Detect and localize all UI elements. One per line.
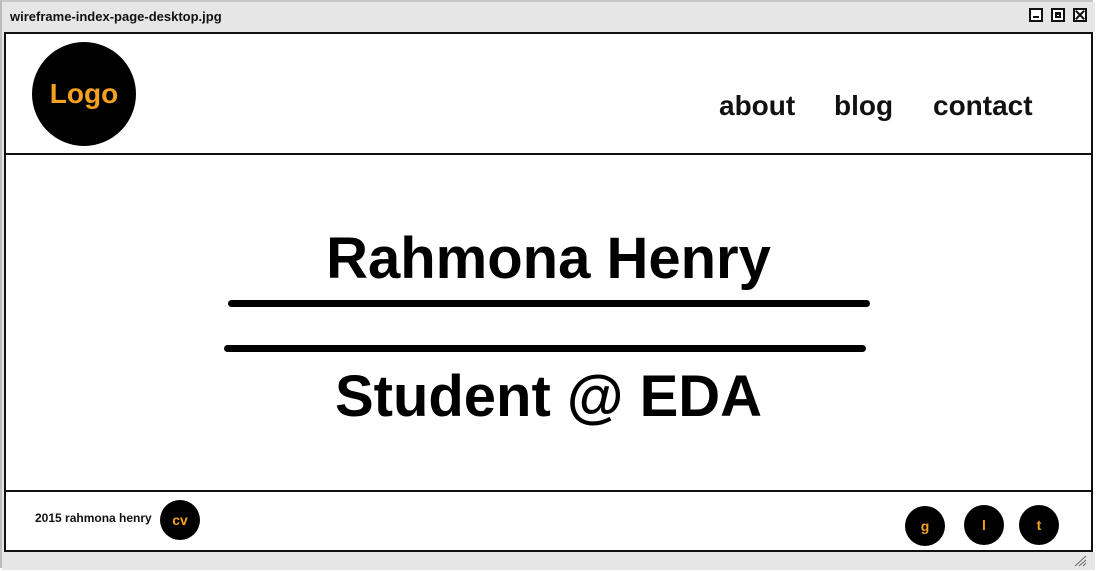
close-button[interactable] bbox=[1073, 8, 1087, 22]
social-l-button[interactable]: l bbox=[964, 505, 1004, 545]
hero-divider-top bbox=[228, 300, 870, 307]
minimize-button[interactable] bbox=[1029, 8, 1043, 22]
title-bar: wireframe-index-page-desktop.jpg bbox=[2, 2, 1095, 32]
copyright-text: 2015 rahmona henry bbox=[35, 511, 152, 525]
page-canvas: Logo about blog contact Rahmona Henry St… bbox=[4, 32, 1093, 552]
logo-text: Logo bbox=[49, 78, 119, 109]
window-title: wireframe-index-page-desktop.jpg bbox=[10, 9, 222, 24]
resize-grip-icon[interactable] bbox=[1073, 555, 1087, 567]
status-bar bbox=[2, 552, 1095, 570]
nav-contact[interactable]: contact bbox=[933, 90, 1033, 122]
logo[interactable]: Logo bbox=[32, 42, 136, 146]
nav-blog[interactable]: blog bbox=[834, 90, 893, 122]
nav-about[interactable]: about bbox=[719, 90, 795, 122]
hero-name: Rahmona Henry bbox=[326, 226, 771, 291]
site-header: Logo about blog contact bbox=[6, 34, 1091, 155]
maximize-button[interactable] bbox=[1051, 8, 1065, 22]
app-window: wireframe-index-page-desktop.jpg Logo ab… bbox=[0, 0, 1095, 570]
hero-section: Rahmona Henry Student @ EDA bbox=[6, 155, 1091, 490]
hero-role: Student @ EDA bbox=[334, 364, 763, 429]
cv-button[interactable]: cv bbox=[160, 500, 200, 540]
social-g-button[interactable]: g bbox=[905, 506, 945, 546]
site-footer: 2015 rahmona henry cv g l t bbox=[6, 490, 1091, 552]
social-t-button[interactable]: t bbox=[1019, 505, 1059, 545]
hero-divider-bottom bbox=[224, 345, 866, 352]
